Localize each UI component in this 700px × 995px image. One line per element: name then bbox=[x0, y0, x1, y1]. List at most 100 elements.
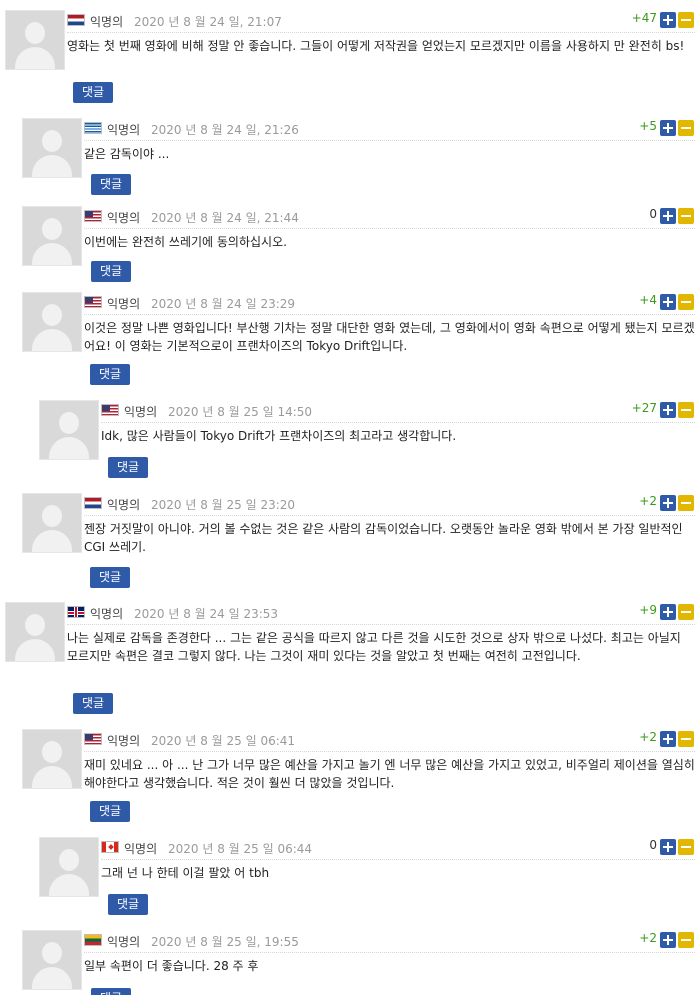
comment-body: 이번에는 완전히 쓰레기에 동의하십시오. bbox=[84, 233, 695, 251]
comment-text: 일부 속편이 더 좋습니다. 28 주 후 bbox=[84, 959, 259, 973]
avatar bbox=[22, 729, 82, 789]
avatar bbox=[22, 292, 82, 352]
score: 0 bbox=[649, 838, 657, 852]
comment-meta: 익명의 2020 년 8 월 24 일, 21:26 +5 bbox=[84, 118, 695, 141]
usa-flag-icon bbox=[101, 404, 119, 416]
comment: 익명의 2020 년 8 월 25 일 06:44 0 그래 넌 나 한테 이걸… bbox=[39, 837, 695, 917]
reply-button[interactable]: 댓글 bbox=[108, 894, 148, 915]
comment-date: 2020 년 8 월 24 일, 21:07 bbox=[134, 15, 282, 29]
author-name: 익명의 bbox=[107, 935, 141, 949]
downvote-button[interactable] bbox=[678, 839, 694, 855]
comment-date: 2020 년 8 월 24 일 23:53 bbox=[134, 607, 279, 621]
reply-button[interactable]: 댓글 bbox=[108, 457, 148, 478]
uk-flag-icon bbox=[67, 606, 85, 618]
comment: 익명의 2020 년 8 월 25 일 14:50 +27 Idk, 많은 사람… bbox=[39, 400, 695, 480]
upvote-button[interactable] bbox=[660, 604, 676, 620]
comment-body: 그래 넌 나 한테 이걸 팔았 어 tbh bbox=[101, 864, 695, 882]
comment-body: 이것은 정말 나쁜 영화입니다! 부산행 기차는 정말 대단한 영화 였는데, … bbox=[84, 319, 695, 355]
comment-text: 영화는 첫 번째 영화에 비해 정말 안 좋습니다. 그들이 어떻게 저작권을 … bbox=[67, 39, 685, 53]
reply-button[interactable]: 댓글 bbox=[73, 82, 113, 103]
netherlands-flag-icon bbox=[67, 14, 85, 26]
comment-date: 2020 년 8 월 24 일, 21:44 bbox=[151, 211, 299, 225]
author-name: 익명의 bbox=[107, 123, 141, 137]
comment-thread: 익명의 2020 년 8 월 24 일, 21:07 +47 영화는 첫 번째 … bbox=[0, 0, 700, 995]
comment-text: 재미 있네요 ... 아 ... 난 그가 너무 많은 예산을 가지고 놀기 엔… bbox=[84, 758, 695, 790]
downvote-button[interactable] bbox=[678, 208, 694, 224]
comment: 익명의 2020 년 8 월 25 일, 19:55 +2 일부 속편이 더 좋… bbox=[22, 930, 695, 995]
comment-body: 나는 실제로 감독을 존경한다 ... 그는 같은 공식을 따르지 않고 다른 … bbox=[67, 629, 695, 665]
reply-button[interactable]: 댓글 bbox=[91, 174, 131, 195]
comment-meta: 익명의 2020 년 8 월 24 일, 21:07 +47 bbox=[67, 10, 695, 33]
avatar bbox=[39, 837, 99, 897]
avatar bbox=[22, 206, 82, 266]
upvote-button[interactable] bbox=[660, 839, 676, 855]
author-name: 익명의 bbox=[90, 607, 124, 621]
upvote-button[interactable] bbox=[660, 208, 676, 224]
author-name: 익명의 bbox=[107, 498, 141, 512]
score: +2 bbox=[639, 494, 657, 508]
comment-body: Idk, 많은 사람들이 Tokyo Drift가 프랜차이즈의 최고라고 생각… bbox=[101, 427, 695, 445]
reply-button[interactable]: 댓글 bbox=[90, 364, 130, 385]
reply-button[interactable]: 댓글 bbox=[91, 988, 131, 995]
avatar bbox=[5, 602, 65, 662]
reply-button[interactable]: 댓글 bbox=[73, 693, 113, 714]
comment: 익명의 2020 년 8 월 24 일, 21:26 +5 같은 감독이야 ..… bbox=[22, 118, 695, 198]
upvote-button[interactable] bbox=[660, 402, 676, 418]
comment-date: 2020 년 8 월 25 일 06:44 bbox=[168, 842, 313, 856]
avatar bbox=[22, 493, 82, 553]
comment-meta: 익명의 2020 년 8 월 25 일 14:50 +27 bbox=[101, 400, 695, 423]
comment-text: 이번에는 완전히 쓰레기에 동의하십시오. bbox=[84, 235, 287, 249]
comment-date: 2020 년 8 월 24 일, 21:26 bbox=[151, 123, 299, 137]
usa-flag-icon bbox=[84, 733, 102, 745]
comment-date: 2020 년 8 월 25 일, 19:55 bbox=[151, 935, 299, 949]
comment-body: 일부 속편이 더 좋습니다. 28 주 후 bbox=[84, 957, 695, 975]
score: +4 bbox=[639, 293, 657, 307]
author-name: 익명의 bbox=[90, 15, 124, 29]
reply-button[interactable]: 댓글 bbox=[91, 261, 131, 282]
downvote-button[interactable] bbox=[678, 12, 694, 28]
reply-button[interactable]: 댓글 bbox=[90, 567, 130, 588]
author-name: 익명의 bbox=[107, 211, 141, 225]
lithuania-flag-icon bbox=[84, 934, 102, 946]
comment-meta: 익명의 2020 년 8 월 24 일 23:53 +9 bbox=[67, 602, 695, 625]
comment-date: 2020 년 8 월 25 일 23:20 bbox=[151, 498, 296, 512]
comment-text: 같은 감독이야 ... bbox=[84, 147, 170, 161]
comment-meta: 익명의 2020 년 8 월 24 일 23:29 +4 bbox=[84, 292, 695, 315]
reply-button[interactable]: 댓글 bbox=[90, 801, 130, 822]
usa-flag-icon bbox=[84, 210, 102, 222]
comment: 익명의 2020 년 8 월 24 일 23:29 +4 이것은 정말 나쁜 영… bbox=[22, 292, 695, 387]
downvote-button[interactable] bbox=[678, 402, 694, 418]
comment-date: 2020 년 8 월 24 일 23:29 bbox=[151, 297, 296, 311]
upvote-button[interactable] bbox=[660, 294, 676, 310]
comment-body: 같은 감독이야 ... bbox=[84, 145, 695, 163]
comment-meta: 익명의 2020 년 8 월 25 일 06:44 0 bbox=[101, 837, 695, 860]
upvote-button[interactable] bbox=[660, 932, 676, 948]
score: 0 bbox=[649, 207, 657, 221]
downvote-button[interactable] bbox=[678, 731, 694, 747]
downvote-button[interactable] bbox=[678, 120, 694, 136]
comment-text: 그래 넌 나 한테 이걸 팔았 어 tbh bbox=[101, 866, 270, 880]
upvote-button[interactable] bbox=[660, 731, 676, 747]
comment: 익명의 2020 년 8 월 24 일, 21:07 +47 영화는 첫 번째 … bbox=[5, 10, 695, 105]
comment-body: 젠장 거짓말이 아니야. 거의 볼 수없는 것은 같은 사람의 감독이었습니다.… bbox=[84, 520, 695, 556]
upvote-button[interactable] bbox=[660, 120, 676, 136]
canada-flag-icon bbox=[101, 841, 119, 853]
downvote-button[interactable] bbox=[678, 495, 694, 511]
comment-date: 2020 년 8 월 25 일 14:50 bbox=[168, 405, 313, 419]
author-name: 익명의 bbox=[107, 734, 141, 748]
comment-text: Idk, 많은 사람들이 Tokyo Drift가 프랜차이즈의 최고라고 생각… bbox=[101, 429, 457, 443]
comment: 익명의 2020 년 8 월 25 일 23:20 +2 젠장 거짓말이 아니야… bbox=[22, 493, 695, 588]
comment-meta: 익명의 2020 년 8 월 25 일, 19:55 +2 bbox=[84, 930, 695, 953]
downvote-button[interactable] bbox=[678, 604, 694, 620]
score: +27 bbox=[631, 401, 657, 415]
upvote-button[interactable] bbox=[660, 12, 676, 28]
score: +9 bbox=[639, 603, 657, 617]
comment-text: 나는 실제로 감독을 존경한다 ... 그는 같은 공식을 따르지 않고 다른 … bbox=[67, 631, 681, 663]
avatar bbox=[22, 118, 82, 178]
author-name: 익명의 bbox=[124, 842, 158, 856]
greece-flag-icon bbox=[84, 122, 102, 134]
upvote-button[interactable] bbox=[660, 495, 676, 511]
comment: 익명의 2020 년 8 월 24 일 23:53 +9 나는 실제로 감독을 … bbox=[5, 602, 695, 717]
downvote-button[interactable] bbox=[678, 294, 694, 310]
downvote-button[interactable] bbox=[678, 932, 694, 948]
